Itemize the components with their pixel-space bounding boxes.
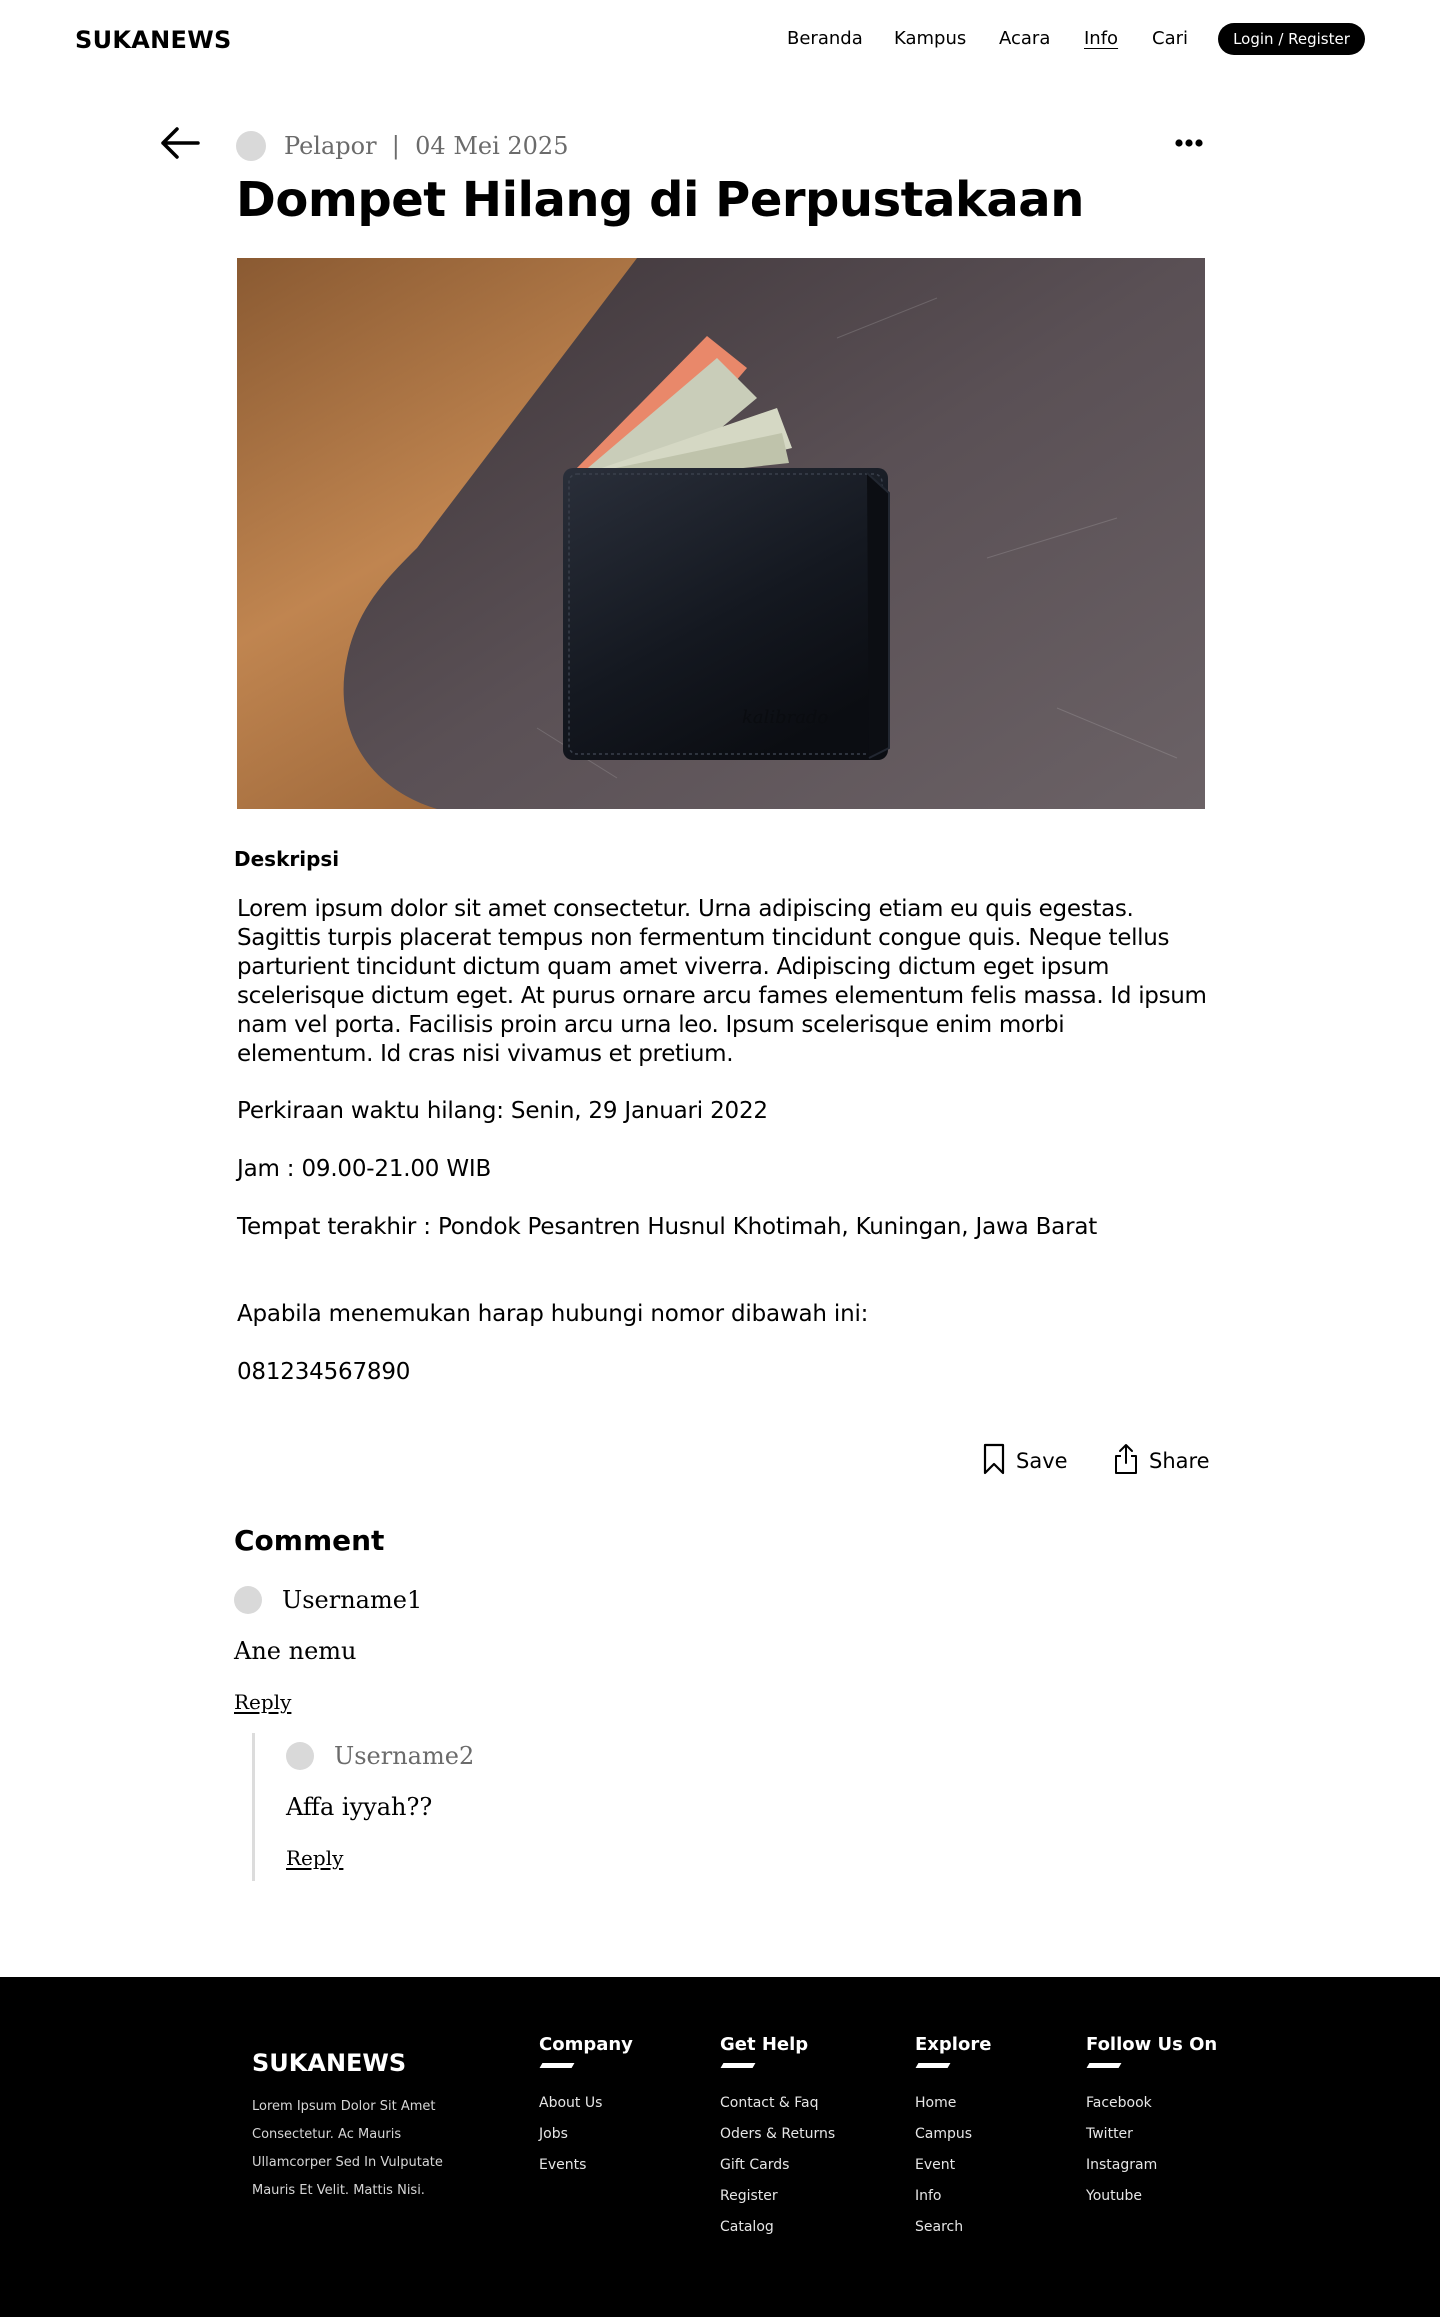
site-footer: SUKANEWS Lorem Ipsum Dolor Sit Amet Cons… <box>0 1977 1440 2317</box>
footer-column-explore: Explore Home Campus Event Info Search <box>915 2034 991 2243</box>
article-meta: Pelapor | 04 Mei 2025 <box>236 128 568 164</box>
back-arrow-icon[interactable] <box>158 126 202 160</box>
article-title: Dompet Hilang di Perpustakaan <box>236 172 1084 228</box>
footer-link[interactable]: Events <box>539 2150 633 2181</box>
last-place: Tempat terakhir : Pondok Pesantren Husnu… <box>237 1214 1098 1240</box>
footer-column-follow-us: Follow Us On Facebook Twitter Instagram … <box>1086 2034 1217 2212</box>
footer-column-title: Company <box>539 2034 633 2055</box>
title-underline <box>915 2063 951 2068</box>
footer-link[interactable]: Event <box>915 2150 991 2181</box>
footer-column-company: Company About Us Jobs Events <box>539 2034 633 2181</box>
reply-thread-line <box>252 1733 255 1881</box>
comment-section-title: Comment <box>234 1524 385 1557</box>
phone-number: 081234567890 <box>237 1359 411 1385</box>
footer-link[interactable]: Gift Cards <box>720 2150 835 2181</box>
nav-info[interactable]: Info <box>1084 28 1118 49</box>
footer-link[interactable]: Instagram <box>1086 2150 1217 2181</box>
title-underline <box>720 2063 756 2068</box>
save-button[interactable]: Save <box>982 1443 1068 1480</box>
footer-link[interactable]: Catalog <box>720 2212 835 2243</box>
contact-prompt: Apabila menemukan harap hubungi nomor di… <box>237 1301 869 1327</box>
avatar <box>286 1742 314 1770</box>
comment-header: Username2 <box>286 1740 474 1772</box>
footer-link[interactable]: Contact & Faq <box>720 2088 835 2119</box>
nav-kampus[interactable]: Kampus <box>894 28 966 49</box>
login-register-button[interactable]: Login / Register <box>1218 23 1365 55</box>
footer-column-get-help: Get Help Contact & Faq Oders & Returns G… <box>720 2034 835 2243</box>
save-label: Save <box>1016 1449 1068 1473</box>
description-label: Deskripsi <box>234 847 340 871</box>
footer-link[interactable]: Jobs <box>539 2119 633 2150</box>
site-header: SUKANEWS Beranda Kampus Acara Info Cari … <box>0 0 1440 80</box>
nav-beranda[interactable]: Beranda <box>787 28 863 49</box>
share-button[interactable]: Share <box>1113 1443 1210 1480</box>
footer-link[interactable]: Youtube <box>1086 2181 1217 2212</box>
footer-link[interactable]: Info <box>915 2181 991 2212</box>
comment-username[interactable]: Username2 <box>334 1742 474 1770</box>
wallet-photo: kalibrado <box>237 258 1205 809</box>
nav-cari[interactable]: Cari <box>1152 28 1188 49</box>
footer-link[interactable]: About Us <box>539 2088 633 2119</box>
footer-column-title: Explore <box>915 2034 992 2055</box>
comment-header: Username1 <box>234 1584 422 1616</box>
description-text: Lorem ipsum dolor sit amet consectetur. … <box>237 896 1207 1067</box>
share-icon <box>1113 1443 1139 1480</box>
footer-link[interactable]: Oders & Returns <box>720 2119 835 2150</box>
author-avatar <box>236 131 266 161</box>
footer-column-title: Follow Us On <box>1086 2034 1218 2055</box>
author-date: Pelapor | 04 Mei 2025 <box>284 132 569 160</box>
avatar <box>234 1586 262 1614</box>
footer-link[interactable]: Search <box>915 2212 991 2243</box>
more-options-icon[interactable] <box>1173 132 1205 154</box>
estimated-time: Perkiraan waktu hilang: Senin, 29 Januar… <box>237 1098 768 1124</box>
bookmark-icon <box>982 1443 1006 1480</box>
hours: Jam : 09.00-21.00 WIB <box>237 1156 492 1182</box>
comment-username[interactable]: Username1 <box>282 1586 422 1614</box>
reply-link[interactable]: Reply <box>286 1846 343 1870</box>
footer-link[interactable]: Facebook <box>1086 2088 1217 2119</box>
footer-link[interactable]: Twitter <box>1086 2119 1217 2150</box>
comment-text: Affa iyyah?? <box>286 1793 433 1821</box>
footer-link[interactable]: Home <box>915 2088 991 2119</box>
footer-column-title: Get Help <box>720 2034 809 2055</box>
footer-about: Lorem Ipsum Dolor Sit Amet Consectetur. … <box>252 2099 443 2198</box>
comment-text: Ane nemu <box>234 1637 357 1665</box>
title-underline <box>539 2063 575 2068</box>
nav-acara[interactable]: Acara <box>999 28 1050 49</box>
footer-logo[interactable]: SUKANEWS <box>252 2049 406 2077</box>
footer-link[interactable]: Register <box>720 2181 835 2212</box>
title-underline <box>1086 2063 1122 2068</box>
reply-link[interactable]: Reply <box>234 1690 291 1714</box>
wallet-brand-text: kalibrado <box>742 707 829 728</box>
share-label: Share <box>1149 1449 1210 1473</box>
footer-link[interactable]: Campus <box>915 2119 991 2150</box>
